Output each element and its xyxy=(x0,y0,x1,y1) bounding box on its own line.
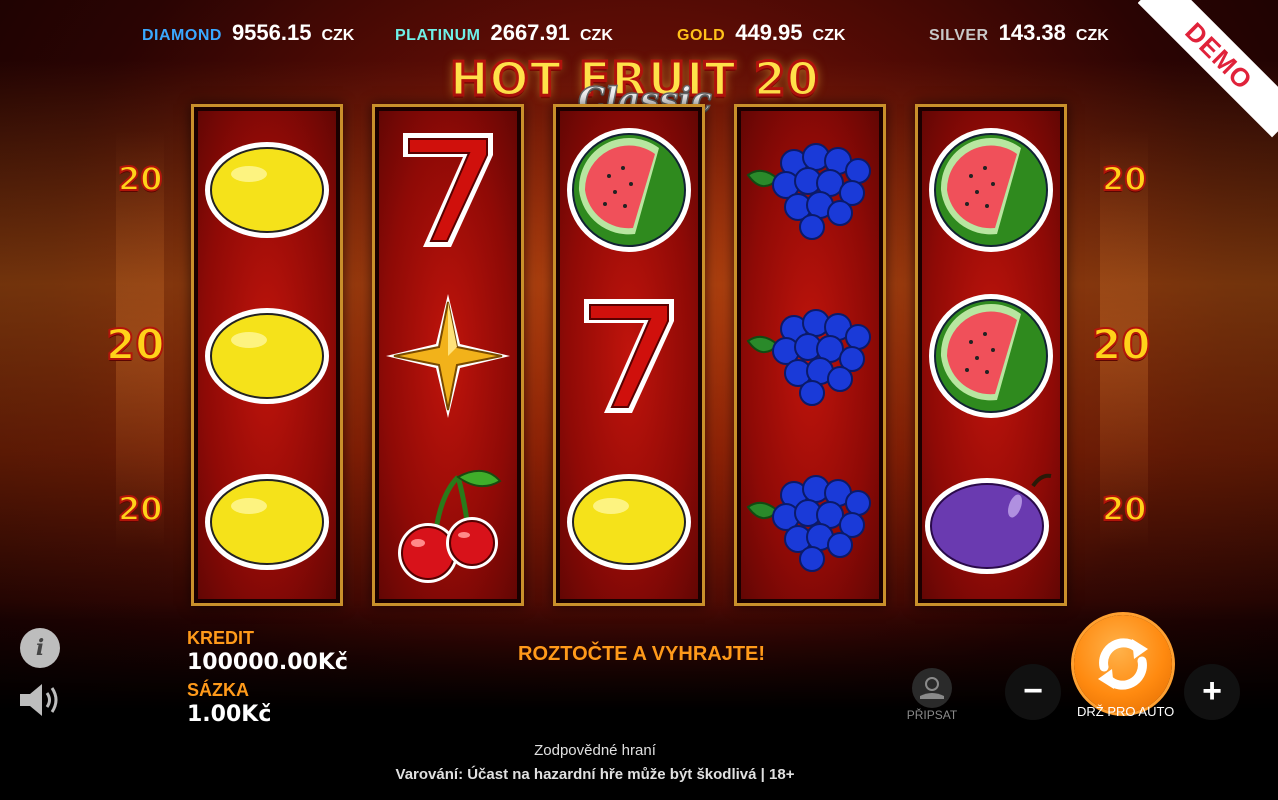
demo-corner: DEMO xyxy=(1138,0,1278,140)
responsible-gaming-link[interactable]: Zodpovědné hraní xyxy=(0,742,1190,759)
jackpot-gold: GOLD 449.95 CZK xyxy=(677,20,845,46)
status-message: ROZTOČTE A VYHRAJTE! xyxy=(518,643,766,665)
symbol-watermelon xyxy=(918,107,1064,273)
symbol-cherry xyxy=(375,439,521,605)
jackpot-platinum: PLATINUM 2667.91 CZK xyxy=(395,20,613,46)
symbol-lemon xyxy=(556,439,702,605)
spin-button[interactable] xyxy=(1074,615,1172,713)
symbol-lemon xyxy=(194,107,340,273)
star-icon xyxy=(386,294,510,418)
jackpot-value: 449.95 xyxy=(735,20,803,45)
speaker-icon xyxy=(20,684,58,716)
symbol-lemon xyxy=(194,273,340,439)
autoplay-hint: DRŽ PRO AUTO xyxy=(1077,704,1175,719)
symbol-grapes xyxy=(737,107,883,273)
gambling-warning: Varování: Účast na hazardní hře může být… xyxy=(395,766,795,783)
jackpot-silver: SILVER 143.38 CZK xyxy=(929,20,1109,46)
seven-icon xyxy=(584,299,674,413)
reel-2 xyxy=(372,104,524,606)
info-button[interactable]: i xyxy=(20,628,60,668)
symbol-star xyxy=(375,273,521,439)
lemon-icon xyxy=(205,308,329,404)
collect-button[interactable]: PŘIPSAT xyxy=(902,668,962,722)
jackpot-bar: DIAMOND 9556.15 CZK PLATINUM 2667.91 CZK… xyxy=(0,20,1278,50)
collect-icon xyxy=(912,668,952,708)
line-indicator-right-bottom[interactable]: 20 xyxy=(1101,489,1148,529)
grapes-icon xyxy=(746,475,871,572)
line-indicator-right-middle[interactable]: 20 xyxy=(1091,319,1151,370)
jackpot-currency: CZK xyxy=(321,27,355,44)
symbol-seven xyxy=(556,273,702,439)
symbol-watermelon xyxy=(918,273,1064,439)
jackpot-name: PLATINUM xyxy=(395,27,481,44)
line-indicator-left-bottom[interactable]: 20 xyxy=(117,489,164,529)
jackpot-diamond: DIAMOND 9556.15 CZK xyxy=(142,20,354,46)
watermelon-icon xyxy=(929,128,1053,252)
jackpot-name: SILVER xyxy=(929,27,989,44)
symbol-grapes xyxy=(737,273,883,439)
lemon-icon xyxy=(205,474,329,570)
reel-1 xyxy=(191,104,343,606)
symbol-grapes xyxy=(737,439,883,605)
bet-label: SÁZKA xyxy=(187,680,249,700)
grapes-icon xyxy=(746,309,871,406)
symbol-lemon xyxy=(194,439,340,605)
watermelon-icon xyxy=(929,294,1053,418)
bet-value: 1.00Kč xyxy=(187,702,272,727)
plum-icon xyxy=(925,473,1052,574)
cherry-icon xyxy=(398,470,502,583)
collect-label: PŘIPSAT xyxy=(906,708,958,722)
reel-4 xyxy=(734,104,886,606)
symbol-seven xyxy=(375,107,521,273)
watermelon-icon xyxy=(567,128,691,252)
reel-5 xyxy=(915,104,1067,606)
jackpot-name: GOLD xyxy=(677,27,726,44)
symbol-plum xyxy=(918,439,1064,605)
line-indicator-left-top[interactable]: 20 xyxy=(117,159,164,199)
demo-ribbon: DEMO xyxy=(1138,0,1278,138)
jackpot-name: DIAMOND xyxy=(142,27,222,44)
seven-icon xyxy=(403,133,493,247)
increase-bet-button[interactable]: + xyxy=(1184,664,1240,720)
line-indicator-right-top[interactable]: 20 xyxy=(1101,159,1148,199)
credit-value: 100000.00Kč xyxy=(187,650,348,675)
line-indicator-left-middle[interactable]: 20 xyxy=(105,319,165,370)
credit-label: KREDIT xyxy=(187,628,254,648)
symbol-watermelon xyxy=(556,107,702,273)
jackpot-currency: CZK xyxy=(580,27,613,44)
lemon-icon xyxy=(567,474,691,570)
jackpot-value: 9556.15 xyxy=(231,20,312,45)
grapes-icon xyxy=(746,143,871,240)
jackpot-value: 2667.91 xyxy=(490,20,570,45)
reel-3 xyxy=(553,104,705,606)
lemon-icon xyxy=(205,142,329,238)
sound-button[interactable] xyxy=(18,680,62,720)
spin-arrows-icon xyxy=(1098,638,1148,690)
jackpot-value: 143.38 xyxy=(998,20,1066,45)
jackpot-currency: CZK xyxy=(1075,27,1109,44)
jackpot-currency: CZK xyxy=(812,27,846,44)
decrease-bet-button[interactable]: − xyxy=(1005,664,1061,720)
